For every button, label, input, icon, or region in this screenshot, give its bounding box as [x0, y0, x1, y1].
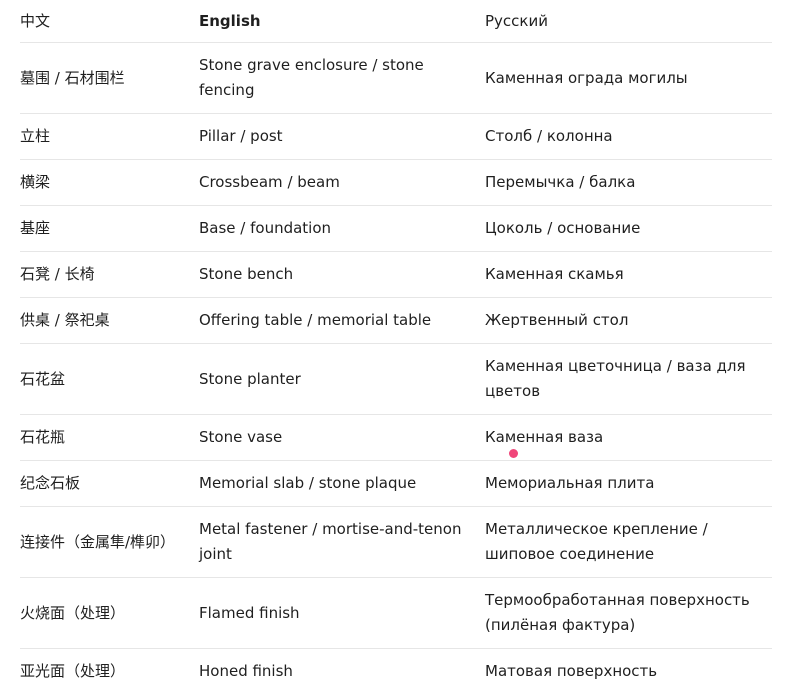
table-row: 亚光面（处理） Honed finish Матовая поверхность [20, 649, 772, 694]
cell-russian: Перемычка / балка [485, 173, 636, 191]
table-row: 石花盆 Stone planter Каменная цветочница / … [20, 344, 772, 415]
cell-chinese: 纪念石板 [20, 474, 81, 492]
header-english: English [199, 11, 261, 30]
header-chinese: 中文 [20, 11, 51, 30]
cell-chinese: 立柱 [20, 127, 51, 145]
cell-chinese: 横梁 [20, 173, 51, 191]
cell-chinese: 基座 [20, 219, 51, 237]
cell-english: Pillar / post [199, 127, 283, 145]
cell-english: Honed finish [199, 662, 293, 680]
cell-russian: Столб / колонна [485, 127, 613, 145]
cell-english: Stone grave enclosure / stone fencing [199, 56, 424, 99]
cell-english: Stone vase [199, 428, 283, 446]
cell-english: Stone planter [199, 369, 301, 388]
table-row: 横梁 Crossbeam / beam Перемычка / балка [20, 160, 772, 206]
cell-russian: Термообработанная поверхность (пилёная ф… [485, 591, 750, 634]
cell-english: Metal fastener / mortise-and-tenon joint [199, 520, 462, 563]
cell-russian: Каменная цветочница / ваза для цветов [485, 357, 746, 400]
cell-russian: Каменная скамья [485, 265, 624, 283]
cell-chinese: 亚光面（处理） [20, 662, 126, 680]
cell-russian: Матовая поверхность [485, 662, 658, 680]
cell-chinese: 石花瓶 [20, 428, 66, 446]
table-row: 石花瓶 Stone vase Каменная ваза [20, 415, 772, 461]
cell-english: Memorial slab / stone plaque [199, 474, 417, 492]
cell-russian: Каменная ваза [485, 428, 604, 446]
table-header-row: 中文 English Русский [20, 0, 772, 43]
table-row: 连接件（金属隼/榫卯） Metal fastener / mortise-and… [20, 507, 772, 578]
header-russian: Русский [485, 11, 548, 30]
table-row: 供桌 / 祭祀桌 Offering table / memorial table… [20, 298, 772, 344]
glossary-table: 中文 English Русский 墓围 / 石材围栏 Stone grave… [20, 0, 772, 694]
cell-russian: Цоколь / основание [485, 219, 641, 237]
table-row: 火烧面（处理） Flamed finish Термообработанная … [20, 578, 772, 649]
table-row: 墓围 / 石材围栏 Stone grave enclosure / stone … [20, 43, 772, 114]
cell-russian: Каменная ограда могилы [485, 68, 688, 87]
table-row: 立柱 Pillar / post Столб / колонна [20, 114, 772, 160]
cell-russian: Металлическое крепление / шиповое соедин… [485, 520, 708, 563]
cell-english: Base / foundation [199, 219, 332, 237]
cell-english: Offering table / memorial table [199, 311, 432, 329]
table-row: 基座 Base / foundation Цоколь / основание [20, 206, 772, 252]
cell-chinese: 供桌 / 祭祀桌 [20, 311, 110, 329]
cell-english: Crossbeam / beam [199, 173, 340, 191]
cell-chinese: 石凳 / 长椅 [20, 265, 95, 283]
cursor-dot [509, 449, 518, 458]
cell-chinese: 石花盆 [20, 369, 66, 388]
cell-russian: Жертвенный стол [485, 311, 629, 329]
table-row: 石凳 / 长椅 Stone bench Каменная скамья [20, 252, 772, 298]
cell-chinese: 火烧面（处理） [20, 603, 126, 622]
cell-chinese: 墓围 / 石材围栏 [20, 68, 125, 87]
cell-english: Stone bench [199, 265, 294, 283]
cell-russian: Мемориальная плита [485, 474, 655, 492]
table-row: 纪念石板 Memorial slab / stone plaque Мемори… [20, 461, 772, 507]
cell-english: Flamed finish [199, 603, 300, 622]
cell-chinese: 连接件（金属隼/榫卯） [20, 532, 176, 551]
